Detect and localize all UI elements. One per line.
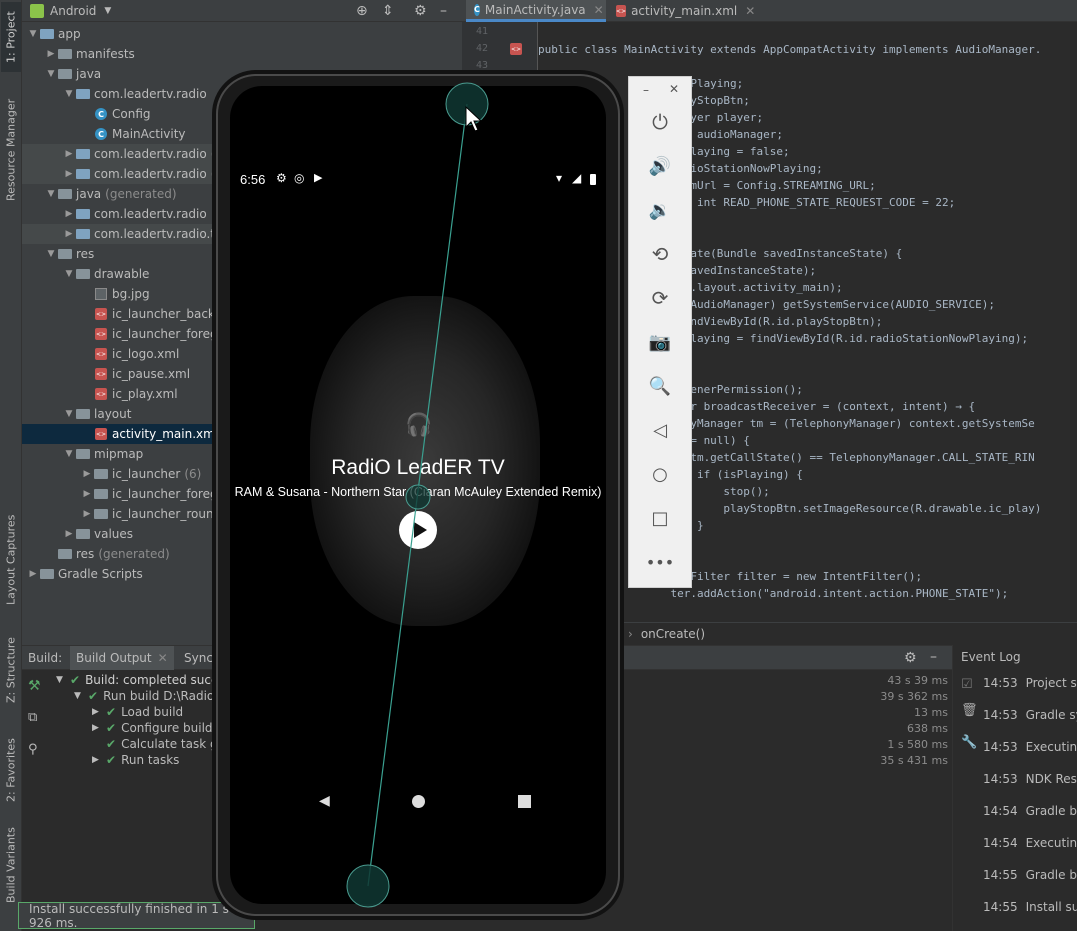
touch-point-center [405,484,431,510]
close-icon[interactable]: ✕ [669,82,679,96]
zoom-button[interactable]: 🔍 [629,368,691,404]
power-button[interactable]: ⏻ [629,104,691,140]
home-button[interactable]: ○ [629,456,691,492]
more-button[interactable]: ••• [629,544,691,580]
screenshot-button[interactable]: 📷 [629,324,691,360]
rotate-left-button[interactable]: ⟲ [629,236,691,272]
touch-point-bottom [346,864,390,908]
minimize-icon[interactable]: – [643,83,649,97]
rotate-right-button[interactable]: ⟳ [629,280,691,316]
touch-overlay [346,82,489,908]
volume-up-button[interactable]: 🔊 [629,148,691,184]
back-button[interactable]: ◁ [629,412,691,448]
volume-down-button[interactable]: 🔉 [629,192,691,228]
overview-button[interactable]: □ [629,500,691,536]
emulator-toolbar: – ✕ ⏻ 🔊 🔉 ⟲ ⟳ 📷 🔍 ◁ ○ □ ••• [628,76,692,588]
